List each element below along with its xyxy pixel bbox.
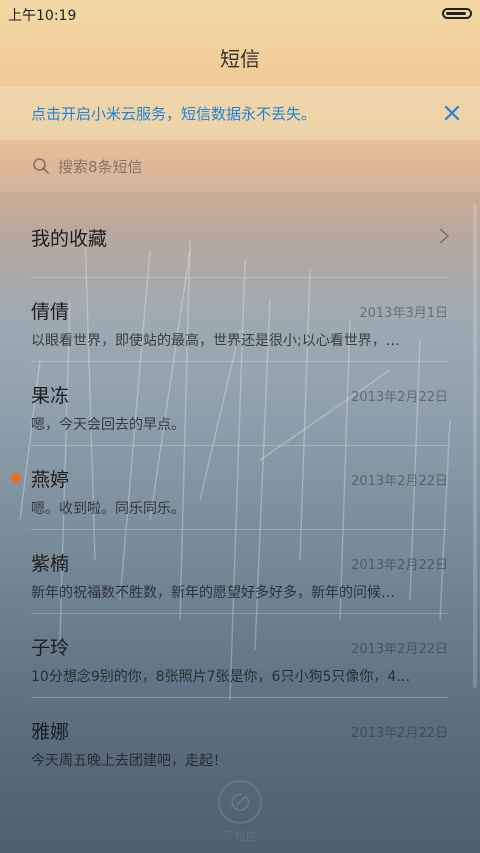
contact-name: 雅娜: [31, 721, 70, 743]
page-title: 短信: [220, 46, 260, 71]
search-input[interactable]: 搜索8条短信: [58, 156, 143, 177]
message-preview: 新年的祝福数不胜数，新年的愿望好多好多，新年的问候…: [31, 585, 395, 601]
conversation-row[interactable]: 子玲 2013年2月22日 10分想念9别的你，8张照片7张是你，6只小狗5只像…: [0, 614, 480, 698]
contact-name: 子玲: [31, 637, 70, 659]
contact-name: 倩倩: [31, 301, 70, 323]
message-date: 2013年3月1日: [359, 306, 448, 321]
battery-level: [446, 12, 466, 15]
message-preview: 嗯，今天会回去的早点。: [31, 417, 185, 433]
contact-name: 燕婷: [31, 469, 70, 491]
compose-button[interactable]: [218, 780, 262, 824]
message-preview: 10分想念9别的你，8张照片7张是你，6只小狗5只像你，4…: [31, 669, 411, 685]
status-time: 上午10:19: [8, 8, 77, 24]
message-date: 2013年2月22日: [351, 558, 448, 573]
conversation-row[interactable]: 倩倩 2013年3月1日 以眼看世界，即使站的最高，世界还是很小;以心看世界，…: [0, 278, 480, 362]
contact-name: 果冻: [31, 385, 70, 407]
message-preview: 嗯。收到啦。同乐同乐。: [31, 501, 185, 517]
close-icon: [444, 105, 460, 121]
compose-icon: [231, 793, 250, 812]
message-date: 2013年2月22日: [351, 390, 448, 405]
banner-text[interactable]: 点击开启小米云服务，短信数据永不丢失。: [31, 103, 316, 124]
message-preview: 今天周五晚上去团建吧，走起！: [31, 753, 227, 769]
message-date: 2013年2月22日: [351, 726, 448, 741]
title-bar: 短信: [0, 28, 480, 86]
conversation-row[interactable]: 紫楠 2013年2月22日 新年的祝福数不胜数，新年的愿望好多好多，新年的问候…: [0, 530, 480, 614]
favorites-label: 我的收藏: [31, 228, 108, 250]
contact-name: 紫楠: [31, 553, 70, 575]
status-bar: 上午10:19: [0, 0, 480, 28]
search-icon: [33, 158, 49, 174]
conversation-row[interactable]: 燕婷 2013年2月22日 嗯。收到啦。同乐同乐。: [0, 446, 480, 530]
conversation-row[interactable]: 果冻 2013年2月22日 嗯，今天会回去的早点。: [0, 362, 480, 446]
message-date: 2013年2月22日: [351, 642, 448, 657]
cloud-service-banner[interactable]: 点击开启小米云服务，短信数据永不丢失。: [0, 86, 480, 140]
compose-label: 写短信: [223, 830, 257, 843]
search-bar[interactable]: 搜索8条短信: [0, 140, 480, 193]
battery-icon: [442, 8, 472, 19]
banner-close-button[interactable]: [438, 99, 466, 127]
message-date: 2013年2月22日: [351, 474, 448, 489]
message-preview: 以眼看世界，即使站的最高，世界还是很小;以心看世界，…: [31, 333, 400, 349]
conversation-row[interactable]: 雅娜 2013年2月22日 今天周五晚上去团建吧，走起！: [0, 698, 480, 778]
favorites-row[interactable]: 我的收藏: [0, 192, 480, 278]
unread-dot: [11, 473, 21, 483]
scrollbar[interactable]: [473, 204, 477, 688]
chevron-right-icon: [439, 228, 450, 244]
